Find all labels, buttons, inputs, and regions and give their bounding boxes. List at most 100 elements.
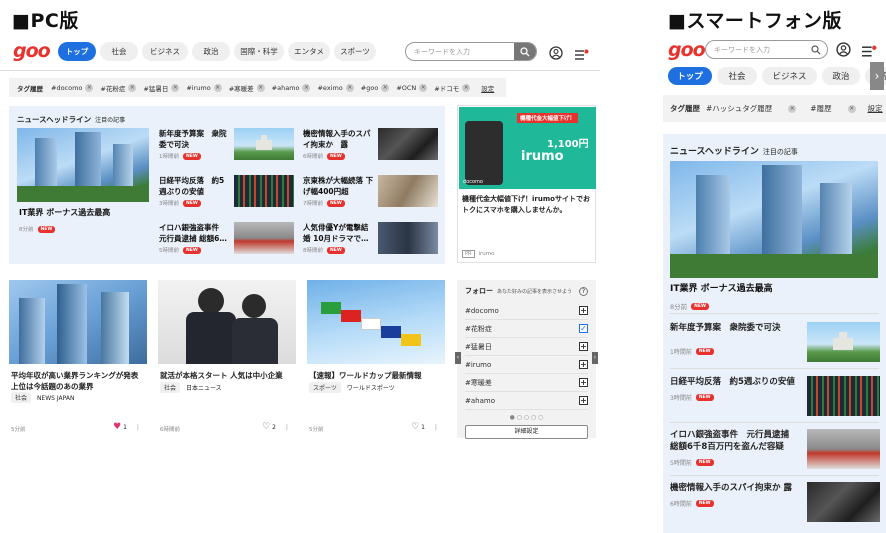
tab-society[interactable]: 社会 xyxy=(100,42,138,61)
search-icon[interactable] xyxy=(514,43,536,60)
chevron-right-icon[interactable]: › xyxy=(870,62,884,90)
heart-icon[interactable]: ♡ xyxy=(262,422,270,432)
goo-logo[interactable]: goo xyxy=(13,40,51,62)
close-icon[interactable]: × xyxy=(302,83,311,92)
follow-row[interactable]: #ahamo + xyxy=(465,392,588,410)
follow-row[interactable]: #猛暑日 + xyxy=(465,338,588,356)
article-card[interactable]: 平均年収が高い業界ランキングが発表 上位は今話題のあの業界 社会 NEWS JA… xyxy=(9,280,147,438)
tag-chip[interactable]: #履歴 × xyxy=(810,103,856,114)
pc-search-box[interactable]: キーワードを入力 xyxy=(405,42,537,61)
close-icon[interactable]: × xyxy=(171,83,180,92)
detail-settings-button[interactable]: 詳細設定 xyxy=(465,425,588,439)
pc-ad-irumo[interactable]: 機種代金大幅値下げ！ irumo 1,100円 docomo 機種代金大幅値下げ… xyxy=(457,105,596,263)
more-icon[interactable]: ⋮ xyxy=(433,424,439,431)
news-item[interactable]: 新年度予算案 衆院委で可決 1時間前 NEW xyxy=(159,128,294,168)
news-item[interactable]: イロハ銀強盗事件 元行員逮捕 総額6千8百万円を盗んだ容疑 5時間前 NEW xyxy=(670,429,880,469)
tag-chip[interactable]: #ハッシュタグ履歴 × xyxy=(706,103,797,114)
menu-icon[interactable] xyxy=(575,46,589,65)
news-thumbnail xyxy=(234,222,294,254)
card-title[interactable]: 平均年収が高い業界ランキングが発表 上位は今話題のあの業界 xyxy=(11,370,147,392)
tag-chip[interactable]: #goo × xyxy=(361,83,390,92)
tab-top[interactable]: トップ xyxy=(58,42,96,61)
tab-entertainment[interactable]: エンタメ xyxy=(288,42,330,61)
tag-chip[interactable]: #ahamo × xyxy=(272,83,311,92)
tag-chip[interactable]: #猛暑日 × xyxy=(143,83,180,93)
more-icon[interactable]: ⋮ xyxy=(135,424,141,431)
sp-category-nav: トップ 社会 ビジネス 政治 国際 xyxy=(668,67,886,85)
follow-row[interactable]: #寒暖差 + xyxy=(465,374,588,392)
news-item[interactable]: 京東株が大幅続落 下げ幅400円超 7時間前 NEW xyxy=(303,175,438,215)
card-time: 6時間前 xyxy=(160,427,180,433)
card-title[interactable]: 就活が本格スタート 人気は中小企業 xyxy=(160,370,283,381)
plus-icon[interactable]: + xyxy=(579,342,588,351)
menu-icon[interactable] xyxy=(862,43,877,62)
ad-description[interactable]: 機種代金大幅値下げ！irumoサイトでおトクにスマホを購入しませんか。 xyxy=(462,194,592,216)
news-item[interactable]: 機密情報入手のスパイ拘束か 露 6時間前 NEW xyxy=(670,482,880,522)
tag-chip[interactable]: #eximo × xyxy=(317,83,354,92)
heart-icon[interactable]: ♥ xyxy=(113,422,121,432)
help-icon[interactable]: ? xyxy=(579,286,588,296)
article-card[interactable]: 就活が本格スタート 人気は中小企業 社会 日本ニュース 6時間前 ♡ 2 ⋮ xyxy=(158,280,296,438)
tab-sports[interactable]: スポーツ xyxy=(334,42,376,61)
sp-tag-history-bar: タグ履歴 #ハッシュタグ履歴 × #履歴 × 設定 xyxy=(663,95,886,122)
tab-business[interactable]: ビジネス xyxy=(142,42,188,61)
plus-icon[interactable]: + xyxy=(579,396,588,405)
news-item[interactable]: 人気俳優Yが電撃結婚 10月ドラマで… 8時間前 NEW xyxy=(303,222,438,262)
news-item[interactable]: 機密情報入手のスパイ拘束か 露 6時間前 NEW xyxy=(303,128,438,168)
close-icon[interactable]: × xyxy=(419,83,428,92)
tag-chip[interactable]: #docomo × xyxy=(51,83,94,92)
news-heading: ニュースヘッドライン 注目の記事 xyxy=(17,115,126,124)
main-story-title[interactable]: IT業界 ボーナス過去最高 xyxy=(19,207,110,218)
tag-settings-link[interactable]: 設定 xyxy=(481,83,494,93)
tag-chip[interactable]: #OCN × xyxy=(396,83,428,92)
ad-banner[interactable]: 機種代金大幅値下げ！ irumo 1,100円 docomo xyxy=(459,107,596,189)
heart-icon[interactable]: ♡ xyxy=(411,422,419,432)
plus-icon[interactable]: + xyxy=(579,360,588,369)
tab-top[interactable]: トップ xyxy=(668,67,712,85)
news-item[interactable]: 日経平均反落 約5週ぶりの安値 3時間前 NEW xyxy=(670,376,880,416)
sp-search-box[interactable]: キーワードを入力 xyxy=(705,40,828,59)
tab-business[interactable]: ビジネス xyxy=(762,67,817,85)
close-icon[interactable]: × xyxy=(213,83,222,92)
more-icon[interactable]: ⋮ xyxy=(284,424,290,431)
news-item[interactable]: 新年度予算案 衆院委で可決 1時間前 NEW xyxy=(670,322,880,362)
tab-politics[interactable]: 政治 xyxy=(192,42,230,61)
follow-row[interactable]: #docomo + xyxy=(465,302,588,320)
user-icon[interactable] xyxy=(836,42,851,61)
search-placeholder: キーワードを入力 xyxy=(414,47,470,56)
tag-chip[interactable]: #ドコモ × xyxy=(434,83,471,93)
close-icon[interactable]: × xyxy=(128,83,137,92)
tag-chip[interactable]: #irumo × xyxy=(186,83,222,92)
close-icon[interactable]: × xyxy=(381,83,390,92)
close-icon[interactable]: × xyxy=(788,104,797,113)
close-icon[interactable]: × xyxy=(462,83,471,92)
news-item[interactable]: 日経平均反落 約5週ぶりの安値 3時間前 NEW xyxy=(159,175,294,215)
follow-row[interactable]: #irumo + xyxy=(465,356,588,374)
main-story-image[interactable] xyxy=(17,128,149,202)
plus-icon[interactable]: + xyxy=(579,306,588,315)
close-icon[interactable]: × xyxy=(256,83,265,92)
tab-politics[interactable]: 政治 xyxy=(822,67,860,85)
news-item[interactable]: イロハ銀強盗事件 元行員逮捕 総額6… 5時間前 NEW xyxy=(159,222,294,262)
close-icon[interactable]: × xyxy=(847,104,856,113)
goo-logo[interactable]: goo xyxy=(668,39,706,61)
follow-row[interactable]: #花粉症 ✓ xyxy=(465,320,588,338)
ad-sponsor: PR irumo xyxy=(462,250,495,258)
tag-settings-link[interactable]: 設定 xyxy=(868,103,883,114)
chevron-right-icon[interactable]: › xyxy=(592,352,598,364)
chevron-left-icon[interactable]: ‹ xyxy=(455,352,461,364)
user-icon[interactable] xyxy=(549,45,563,64)
search-icon[interactable] xyxy=(811,41,827,58)
card-title[interactable]: 【速報】ワールドカップ最新情報 xyxy=(309,370,422,381)
tag-chip[interactable]: #寒暖差 × xyxy=(229,83,265,93)
tab-society[interactable]: 社会 xyxy=(717,67,757,85)
tag-chip[interactable]: #花粉症 × xyxy=(100,83,137,93)
main-story-image[interactable] xyxy=(670,161,878,278)
main-story-title[interactable]: IT業界 ボーナス過去最高 xyxy=(670,284,773,295)
plus-icon[interactable]: + xyxy=(579,378,588,387)
article-card[interactable]: 【速報】ワールドカップ最新情報 スポーツ ワールドスポーツ 5分前 ♡ 1 ⋮ xyxy=(307,280,445,438)
close-icon[interactable]: × xyxy=(345,83,354,92)
check-icon[interactable]: ✓ xyxy=(579,324,588,333)
tab-international[interactable]: 国際・科学 xyxy=(234,42,284,61)
close-icon[interactable]: × xyxy=(85,83,94,92)
